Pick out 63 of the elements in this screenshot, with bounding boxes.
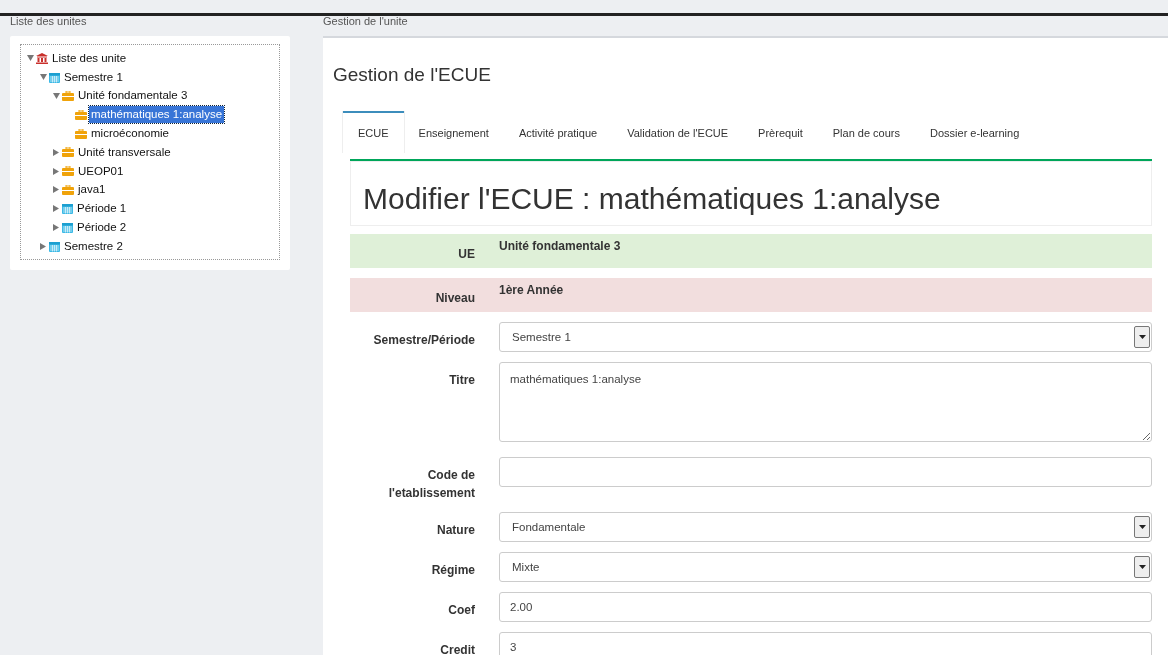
field-label: Niveau xyxy=(434,290,475,308)
field-value: Unité fondamentale 3 xyxy=(498,238,621,256)
tree-item[interactable]: Période 2 xyxy=(75,218,129,237)
tree-item[interactable]: Semestre 2 xyxy=(62,237,125,255)
panel-title: Gestion de l'unite xyxy=(323,16,409,29)
input-field[interactable] xyxy=(499,457,1152,488)
select-field[interactable]: Mixte xyxy=(499,552,1152,583)
field-value: 1ère Année xyxy=(498,282,564,300)
calendar-icon xyxy=(49,240,60,252)
form-title: Modifier l'ECUE : mathématiques 1:analyse xyxy=(350,161,1152,227)
tab[interactable]: Prèrequit xyxy=(743,110,818,154)
field-label: Régime xyxy=(430,562,475,580)
tree-item[interactable]: UEOP01 xyxy=(76,162,126,180)
briefcase-icon xyxy=(62,147,74,158)
collapse-arrow-icon[interactable] xyxy=(39,74,47,81)
tab[interactable]: Activité pratique xyxy=(503,110,613,154)
section-heading: Gestion de l'ECUE xyxy=(333,64,492,87)
tab[interactable]: Dossier e-learning xyxy=(915,110,1035,154)
input-field[interactable]: 3 xyxy=(499,632,1152,655)
collapse-arrow-icon[interactable] xyxy=(26,55,34,62)
collapse-arrow-icon[interactable] xyxy=(52,93,60,99)
tab[interactable]: Plan de cours xyxy=(817,110,915,154)
expand-arrow-icon[interactable] xyxy=(53,205,59,213)
expand-arrow-icon[interactable] xyxy=(53,224,59,232)
dropdown-icon[interactable] xyxy=(1134,326,1150,349)
field-label: Code de l'etablissement xyxy=(387,467,475,503)
calendar-icon xyxy=(49,71,60,83)
tree-item[interactable]: Liste des unite xyxy=(50,49,129,67)
field-label: UE xyxy=(457,246,475,264)
tree-item[interactable]: java1 xyxy=(76,181,108,199)
tree-item[interactable]: microéconomie xyxy=(89,124,171,143)
calendar-icon xyxy=(62,222,73,234)
tab[interactable]: ECUE xyxy=(343,110,404,154)
input-field[interactable]: 2.00 xyxy=(499,592,1152,623)
field-label: Credit xyxy=(439,642,475,655)
expand-arrow-icon[interactable] xyxy=(53,186,59,194)
briefcase-icon xyxy=(62,166,74,177)
text-area[interactable]: mathématiques 1:analyse xyxy=(499,362,1152,443)
select-field[interactable]: Fondamentale xyxy=(499,512,1152,543)
bank-icon xyxy=(36,52,48,64)
expand-arrow-icon[interactable] xyxy=(53,167,59,175)
briefcase-icon xyxy=(75,128,87,139)
panel-title: Liste des unites xyxy=(10,16,88,29)
field-label: Coef xyxy=(447,602,475,620)
field-label: Titre xyxy=(448,372,475,390)
dropdown-icon[interactable] xyxy=(1134,516,1150,539)
tab[interactable]: Validation de l'ECUE xyxy=(612,110,744,154)
calendar-icon xyxy=(62,203,73,215)
tree-item[interactable]: Unité fondamentale 3 xyxy=(76,87,190,105)
tree-item[interactable]: Unité transversale xyxy=(76,143,173,161)
select-field[interactable]: Semestre 1 xyxy=(499,322,1152,353)
field-label: Semestre/Période xyxy=(372,332,475,350)
briefcase-icon xyxy=(62,91,74,101)
field-label: Nature xyxy=(436,522,475,540)
expand-arrow-icon[interactable] xyxy=(53,148,59,156)
tree-item[interactable]: Période 1 xyxy=(75,200,129,218)
dropdown-icon[interactable] xyxy=(1134,556,1150,579)
tree-item[interactable]: Semestre 1 xyxy=(62,68,125,86)
tree-item[interactable]: mathématiques 1:analyse xyxy=(89,106,225,124)
briefcase-icon xyxy=(62,184,74,195)
expand-arrow-icon[interactable] xyxy=(40,242,46,250)
briefcase-icon xyxy=(75,109,87,120)
tab[interactable]: Enseignement xyxy=(403,110,504,154)
